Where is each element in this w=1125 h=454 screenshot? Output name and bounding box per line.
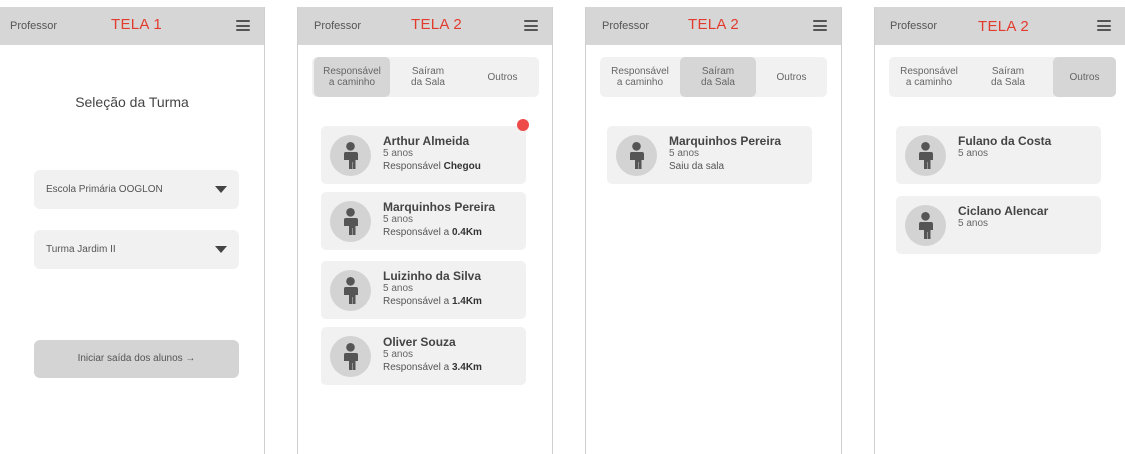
- class-selection-title: Seleção da Turma: [75, 94, 189, 110]
- child-person-icon: [905, 205, 946, 246]
- screen-title: TELA 2: [978, 18, 1029, 35]
- guardian-status-value: 3.4Km: [451, 362, 482, 373]
- guardian-status-value: 0.4Km: [451, 227, 482, 238]
- screen-tela-2-others: Professor TELA 2 Responsável a caminho S…: [874, 7, 1125, 454]
- child-person-icon: [330, 135, 371, 176]
- tab-others[interactable]: Outros: [756, 57, 827, 97]
- child-person-icon: [616, 135, 657, 176]
- student-name: Arthur Almeida: [383, 134, 470, 148]
- tab-others[interactable]: Outros: [466, 57, 539, 97]
- student-age: 5 anos: [383, 214, 414, 225]
- student-name: Luizinho da Silva: [383, 269, 482, 283]
- guardian-status-value: Chegou: [443, 161, 481, 172]
- screen-tela-2-left-room: Professor TELA 2 Responsável a caminho S…: [585, 7, 842, 454]
- screen-title: TELA 2: [688, 16, 739, 33]
- guardian-status: Responsável Chegou: [383, 161, 481, 172]
- tab-others[interactable]: Outros: [1053, 57, 1116, 97]
- notification-dot: [517, 119, 529, 131]
- tab-left-room[interactable]: Saíram da Sala: [680, 57, 756, 97]
- student-name: Marquinhos Pereira: [383, 200, 496, 214]
- screen-title: TELA 1: [111, 16, 162, 33]
- guardian-status: Responsável a 3.4Km: [383, 362, 482, 373]
- guardian-status: Responsável a 0.4Km: [383, 227, 482, 238]
- tab-bar: Responsável a caminho Saíram da Sala Out…: [600, 57, 827, 97]
- header-role-label: Professor: [602, 20, 650, 32]
- caret-down-icon: [215, 246, 227, 253]
- top-bar: Professor TELA 2: [875, 7, 1125, 45]
- screen-title: TELA 2: [411, 16, 462, 33]
- guardian-status-value: 1.4Km: [451, 296, 482, 307]
- class-select-value: Turma Jardim II: [46, 244, 116, 255]
- student-name: Oliver Souza: [383, 335, 456, 349]
- child-person-icon: [330, 336, 371, 377]
- student-age: 5 anos: [669, 148, 700, 159]
- school-select[interactable]: Escola Primária OOGLON: [34, 170, 239, 209]
- class-select[interactable]: Turma Jardim II: [34, 230, 239, 269]
- student-age: 5 anos: [383, 349, 414, 360]
- student-card[interactable]: Marquinhos Pereira 5 anos Saiu da sala: [607, 126, 812, 184]
- tab-left-room[interactable]: Saíram da Sala: [967, 57, 1049, 97]
- caret-down-icon: [215, 186, 227, 193]
- hamburger-menu-icon[interactable]: [236, 20, 250, 31]
- student-card[interactable]: Oliver Souza 5 anos Responsável a 3.4Km: [321, 327, 526, 385]
- student-age: 5 anos: [383, 283, 414, 294]
- header-role-label: Professor: [10, 20, 58, 32]
- top-bar: Professor TELA 1: [0, 7, 264, 45]
- top-bar: Professor TELA 2: [298, 7, 552, 45]
- hamburger-menu-icon[interactable]: [524, 20, 538, 31]
- student-name: Marquinhos Pereira: [669, 134, 782, 148]
- guardian-status: Responsável a 1.4Km: [383, 296, 482, 307]
- student-name: Fulano da Costa: [958, 134, 1052, 148]
- tab-bar: Responsável a caminho Saíram da Sala Out…: [889, 57, 1116, 97]
- screen-tela-1: Professor TELA 1 Seleção da Turma Escola…: [0, 7, 265, 454]
- hamburger-menu-icon[interactable]: [813, 20, 827, 31]
- student-name: Ciclano Alencar: [958, 204, 1049, 218]
- student-age: 5 anos: [958, 218, 989, 229]
- screen-tela-2-on-the-way: Professor TELA 2 Responsável a caminho S…: [297, 7, 553, 454]
- header-role-label: Professor: [314, 20, 362, 32]
- student-card[interactable]: Luizinho da Silva 5 anos Responsável a 1.4…: [321, 261, 526, 319]
- student-age: 5 anos: [383, 148, 414, 159]
- header-role-label: Professor: [890, 20, 938, 32]
- tab-on-the-way[interactable]: Responsável a caminho: [314, 57, 390, 97]
- hamburger-menu-icon[interactable]: [1097, 20, 1111, 31]
- tab-left-room[interactable]: Saíram da Sala: [390, 57, 466, 97]
- student-age: 5 anos: [958, 148, 989, 159]
- student-card[interactable]: Arthur Almeida 5 anos Responsável Chegou: [321, 126, 526, 184]
- guardian-status: Saiu da sala: [669, 161, 725, 172]
- start-dismissal-button[interactable]: Iniciar saída dos alunos →: [34, 340, 239, 378]
- tab-on-the-way[interactable]: Responsável a caminho: [891, 57, 967, 97]
- tab-on-the-way[interactable]: Responsável a caminho: [602, 57, 678, 97]
- tab-bar: Responsável a caminho Saíram da Sala Out…: [312, 57, 539, 97]
- child-person-icon: [330, 201, 371, 242]
- school-select-value: Escola Primária OOGLON: [46, 184, 163, 195]
- student-card[interactable]: Ciclano Alencar 5 anos: [896, 196, 1101, 254]
- student-card[interactable]: Fulano da Costa 5 anos: [896, 126, 1101, 184]
- child-person-icon: [330, 270, 371, 311]
- student-card[interactable]: Marquinhos Pereira 5 anos Responsável a 0.…: [321, 192, 526, 250]
- top-bar: Professor TELA 2: [586, 7, 841, 45]
- child-person-icon: [905, 135, 946, 176]
